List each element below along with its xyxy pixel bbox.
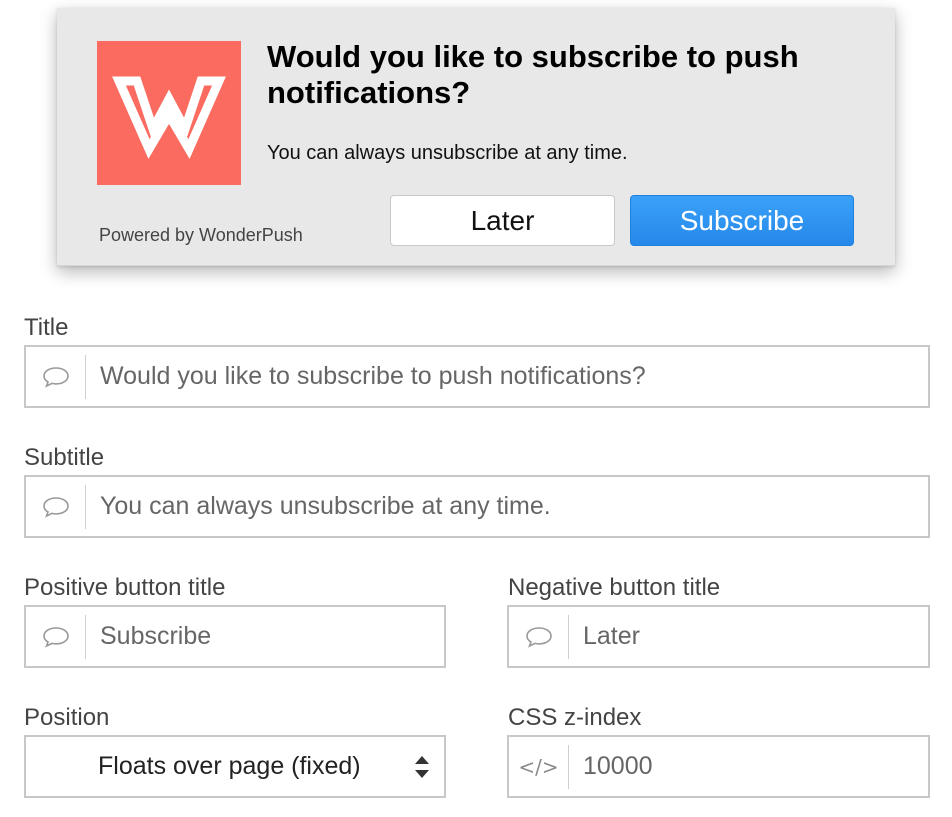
css-z-index-label: CSS z-index [508,704,642,731]
wonderpush-logo-icon [97,41,241,185]
subtitle-input-value: You can always unsubscribe at any time. [100,492,551,520]
speech-bubble-icon [26,484,86,529]
subscribe-button[interactable]: Subscribe [630,195,854,246]
subtitle-input[interactable]: You can always unsubscribe at any time. [24,475,930,538]
positive-button-title-value: Subscribe [100,622,212,650]
positive-button-title-input[interactable]: Subscribe [24,605,446,668]
positive-button-title-label: Positive button title [24,574,226,601]
speech-bubble-icon [26,354,86,399]
powered-by-text: Powered by WonderPush [99,225,303,245]
up-down-arrows-icon [414,753,430,786]
code-icon: </> [509,744,569,789]
position-select[interactable]: Floats over page (fixed) [24,735,446,798]
negative-button-title-label: Negative button title [508,574,721,601]
subtitle-label: Subtitle [24,444,105,471]
speech-bubble-icon [509,614,569,659]
position-selected-value: Floats over page (fixed) [98,752,361,780]
title-label: Title [24,314,69,341]
prompt-subtitle: You can always unsubscribe at any time. [267,142,628,164]
css-z-index-input[interactable]: </> 10000 [507,735,930,798]
title-input[interactable]: Would you like to subscribe to push noti… [24,345,930,408]
title-input-value: Would you like to subscribe to push noti… [100,362,646,390]
css-z-index-value: 10000 [583,752,653,780]
subscription-prompt-preview: Would you like to subscribe to push noti… [57,8,895,266]
negative-button-title-input[interactable]: Later [507,605,930,668]
prompt-title: Would you like to subscribe to push noti… [267,39,799,110]
negative-button-title-value: Later [583,622,640,650]
later-button[interactable]: Later [390,195,615,246]
position-label: Position [24,704,110,731]
speech-bubble-icon [26,614,86,659]
